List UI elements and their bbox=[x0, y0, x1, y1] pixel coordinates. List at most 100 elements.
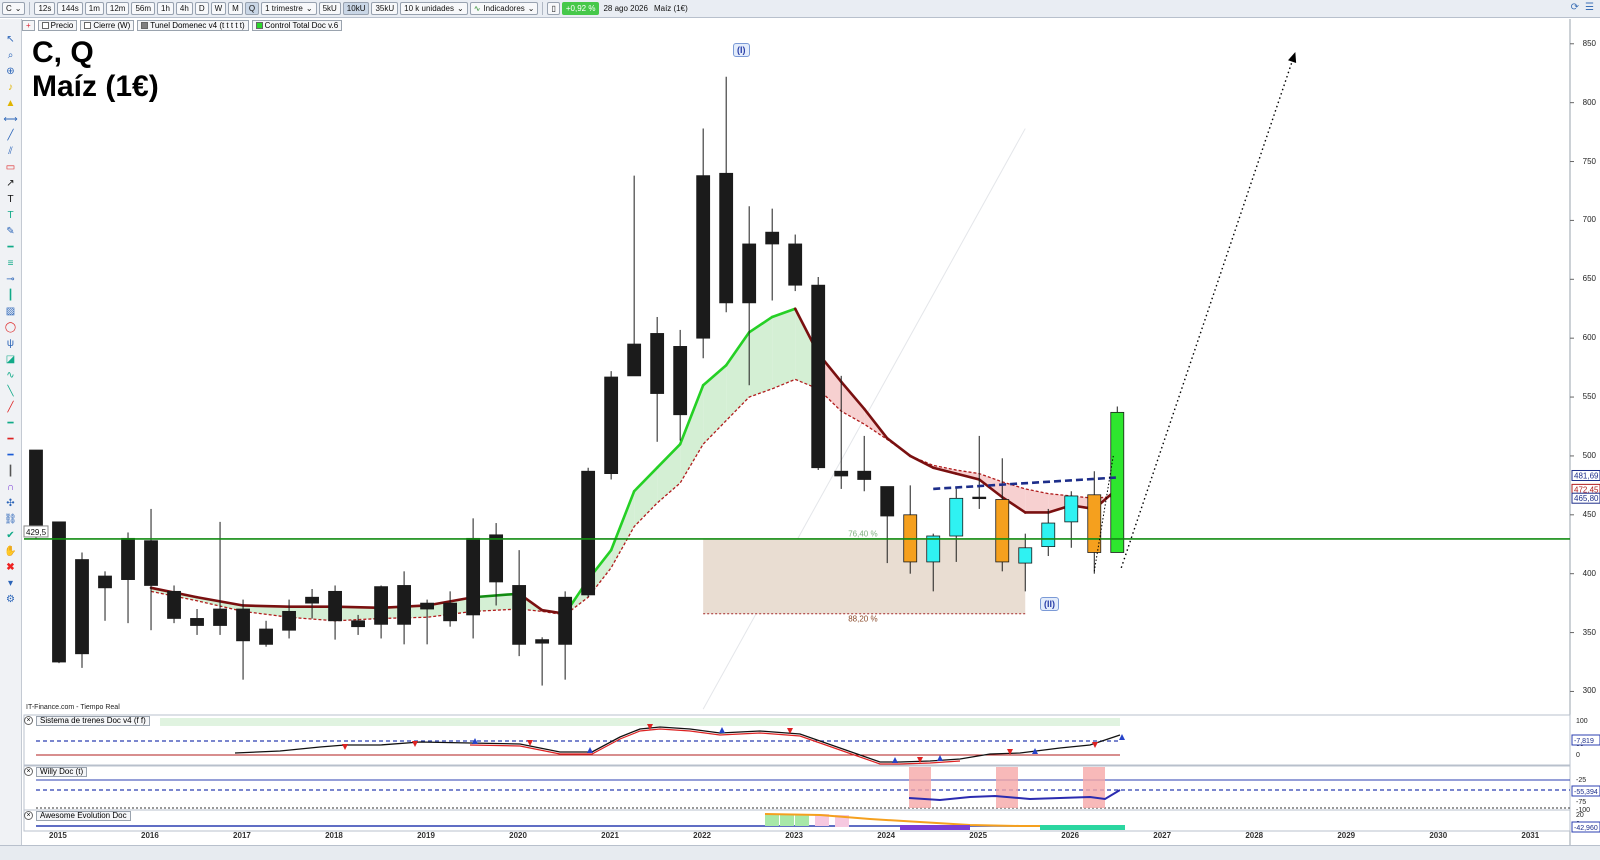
x-tick-label: 2020 bbox=[509, 831, 527, 840]
y-tick-label: 450 bbox=[1582, 509, 1596, 519]
support-tag: 429,5 bbox=[23, 525, 49, 538]
subpanel-value-tag: -7,819 bbox=[1571, 734, 1600, 746]
source-label: IT-Finance.com - Tiempo Real bbox=[26, 704, 120, 711]
y-tick-label: 800 bbox=[1582, 97, 1596, 107]
candle-body bbox=[282, 610, 296, 631]
subpanel-value-tag: -42,960 bbox=[1571, 821, 1600, 833]
subpanel-name[interactable]: Sistema de trenes Doc v4 (f f) bbox=[36, 715, 150, 726]
candle-body bbox=[995, 499, 1010, 563]
y-tick-label: 850 bbox=[1582, 38, 1596, 48]
willy-highlight bbox=[1083, 767, 1105, 808]
x-tick-label: 2016 bbox=[141, 831, 159, 840]
x-tick-label: 2028 bbox=[1245, 831, 1264, 840]
candle-body bbox=[52, 521, 66, 663]
x-tick-label: 2031 bbox=[1521, 831, 1540, 840]
y-tick-label: 550 bbox=[1582, 392, 1596, 402]
candle-body bbox=[397, 585, 411, 625]
candle-body bbox=[259, 628, 273, 645]
close-icon[interactable]: × bbox=[24, 767, 33, 776]
tunnel-fill bbox=[772, 308, 796, 389]
candle-body bbox=[443, 602, 458, 622]
candle-body bbox=[857, 470, 872, 480]
tunnel-upper-line bbox=[241, 604, 291, 608]
x-tick-label: 2029 bbox=[1337, 831, 1356, 840]
price-tag-label: 465,80 bbox=[1574, 494, 1599, 503]
trenes-band bbox=[160, 718, 1120, 726]
willy-highlight bbox=[996, 767, 1018, 808]
candle-body bbox=[788, 243, 803, 286]
price-tag: 481,69 bbox=[1571, 469, 1600, 481]
y-tick-label: 350 bbox=[1582, 627, 1596, 637]
price-tag-label: 481,69 bbox=[1574, 471, 1599, 480]
awesome-bar bbox=[780, 814, 794, 826]
candle-body bbox=[880, 486, 895, 517]
subpanel-header-trenes: × Sistema de trenes Doc v4 (f f) bbox=[24, 715, 150, 726]
y-tick-label: 500 bbox=[1582, 450, 1596, 460]
candle-body bbox=[512, 585, 527, 645]
candle-body bbox=[1041, 522, 1056, 548]
candle-body bbox=[765, 231, 780, 245]
x-tick-label: 2025 bbox=[969, 831, 988, 840]
x-tick-label: 2018 bbox=[325, 831, 343, 840]
price-tag: 465,80 bbox=[1571, 492, 1600, 504]
wave-label-2: (II) bbox=[1040, 597, 1059, 611]
y-tick-label: 650 bbox=[1582, 274, 1596, 284]
candle-body bbox=[213, 608, 227, 626]
candle-body bbox=[650, 333, 665, 394]
candle-body bbox=[75, 559, 89, 655]
close-icon[interactable]: × bbox=[24, 716, 33, 725]
willy-highlight bbox=[909, 767, 931, 808]
x-tick-label: 2023 bbox=[785, 831, 803, 840]
x-tick-label: 2022 bbox=[693, 831, 711, 840]
x-tick-label: 2015 bbox=[49, 831, 67, 840]
x-tick-label: 2021 bbox=[601, 831, 619, 840]
chart-subtitle: Maíz (1€) bbox=[32, 70, 159, 103]
subpanel-name[interactable]: Awesome Evolution Doc bbox=[36, 810, 131, 821]
x-tick-label: 2024 bbox=[877, 831, 896, 840]
candle-body bbox=[811, 284, 826, 469]
candle-body bbox=[581, 470, 596, 596]
time-axis: 2015 2016 2017 2018 2019 2020 2021 2022 2023 2024… bbox=[22, 831, 1570, 843]
awesome-bar bbox=[795, 814, 809, 826]
candle-body bbox=[949, 497, 964, 537]
support-tag-label: 429,5 bbox=[26, 528, 47, 537]
subpanel-value-label: -7,819 bbox=[1574, 738, 1594, 745]
candle-body bbox=[489, 534, 504, 583]
fib-zone bbox=[703, 538, 1026, 614]
candle-body bbox=[190, 618, 204, 626]
candle-body bbox=[466, 537, 481, 616]
candle-body bbox=[604, 376, 619, 474]
candle-body bbox=[696, 175, 711, 339]
candle-body bbox=[121, 537, 135, 580]
y-tick-label: 600 bbox=[1582, 333, 1596, 343]
bottom-scrollbar[interactable] bbox=[0, 845, 1600, 860]
candle-body bbox=[558, 596, 573, 645]
awesome-bar bbox=[1040, 825, 1125, 830]
wave-label-1: (I) bbox=[733, 43, 750, 57]
x-tick-label: 2030 bbox=[1429, 831, 1448, 840]
x-tick-label: 2017 bbox=[233, 831, 251, 840]
subpanel-header-willy: × Willy Doc (t) bbox=[24, 766, 88, 777]
awesome-bar bbox=[900, 825, 970, 830]
candle-body bbox=[98, 575, 112, 589]
candle-body bbox=[627, 343, 642, 377]
subpanel-tick-label: 100 bbox=[1576, 718, 1588, 725]
tunnel-upper-line bbox=[333, 605, 383, 610]
subpanel-tick-label: -25 bbox=[1576, 777, 1586, 784]
candle-body bbox=[29, 449, 43, 537]
candle-body bbox=[236, 608, 250, 642]
subpanel-frame bbox=[23, 765, 1571, 811]
awesome-bar bbox=[765, 814, 779, 826]
fib-label: 88,20 % bbox=[848, 615, 877, 624]
close-icon[interactable]: × bbox=[24, 811, 33, 820]
y-tick-label: 700 bbox=[1582, 215, 1596, 225]
candle-body bbox=[351, 620, 365, 628]
candle-body bbox=[1110, 411, 1125, 553]
candle-body bbox=[144, 540, 158, 586]
y-tick-label: 400 bbox=[1582, 568, 1596, 578]
subpanel-name[interactable]: Willy Doc (t) bbox=[36, 766, 88, 777]
x-tick-label: 2027 bbox=[1153, 831, 1172, 840]
x-tick-label: 2019 bbox=[417, 831, 435, 840]
subpanel-header-awesome: × Awesome Evolution Doc bbox=[24, 810, 131, 821]
chart-canvas[interactable]: 76,40 %88,20 % 429,5481,69472,45465,80 1… bbox=[0, 0, 1600, 860]
